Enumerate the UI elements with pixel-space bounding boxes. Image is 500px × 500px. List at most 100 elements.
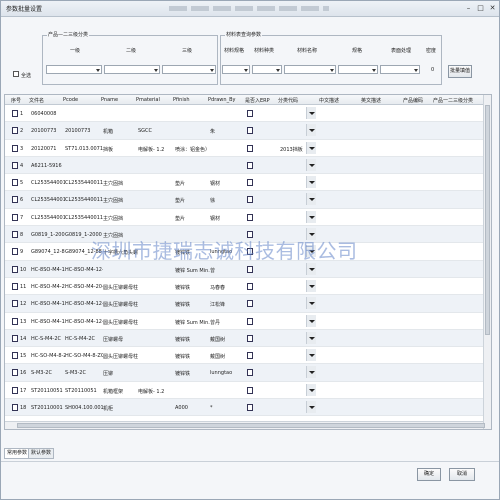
row-checkbox[interactable] <box>12 213 18 221</box>
cell-no[interactable]: 18 <box>20 405 26 411</box>
cell-no[interactable]: 15 <box>20 353 26 359</box>
cell-pdrawn[interactable]: lunngtao <box>210 370 247 376</box>
cell-pcode[interactable]: HC-SO-M4-8-ZC <box>65 353 103 359</box>
row-checkbox[interactable] <box>12 231 18 239</box>
cell-file[interactable]: HC-S-M4-2C <box>31 336 65 342</box>
category-dropdown[interactable] <box>306 210 316 223</box>
row-checkbox[interactable] <box>12 127 18 135</box>
erp-checkbox[interactable] <box>247 300 253 308</box>
cell-pname[interactable]: 十字槽六角头螺栓-垫圈 <box>103 249 138 256</box>
erp-checkbox[interactable] <box>247 334 253 342</box>
cell-no[interactable]: 8 <box>20 232 26 238</box>
material-name-select[interactable] <box>284 65 336 74</box>
cell-file[interactable]: 20100773 <box>31 128 65 134</box>
erp-checkbox[interactable] <box>247 282 253 290</box>
scroll-thumb[interactable] <box>17 423 485 428</box>
cell-pdrawn[interactable]: * <box>210 405 247 411</box>
cell-pdrawn[interactable]: 江松锋 <box>210 301 247 308</box>
cell-pcode[interactable]: HC-8SO-M4-12-ZC <box>65 319 103 325</box>
cell-no[interactable]: 11 <box>20 284 26 290</box>
cell-pcode[interactable]: HC-8SO-M4-20-ZC <box>65 284 103 290</box>
cell-file[interactable]: HC-SO-M4-8-ZC <box>31 353 65 359</box>
level1-select[interactable] <box>46 65 102 74</box>
row-checkbox[interactable] <box>12 196 18 204</box>
cell-pdrawn[interactable]: 曾 <box>210 267 247 274</box>
material-type-select[interactable] <box>252 65 282 74</box>
cell-no[interactable]: 3 <box>20 146 26 152</box>
cell-no[interactable]: 12 <box>20 301 26 307</box>
table-row[interactable]: 17 ST20110051 ST20110051 机箱框架 电解板- 1.2 <box>5 382 491 400</box>
col-header[interactable]: Pname <box>101 97 118 103</box>
erp-checkbox[interactable] <box>247 369 253 377</box>
cell-pfin[interactable]: A000 <box>175 405 210 411</box>
cell-no[interactable]: 14 <box>20 336 26 342</box>
table-row[interactable]: 8 G0819_1-2000_MOKG0819_1-2000主穴固挡 <box>5 226 491 244</box>
cell-pmat[interactable]: 电解板- 1.2 <box>138 146 175 153</box>
cell-pfin[interactable]: 镀锌铁 <box>175 336 210 343</box>
spec-select[interactable] <box>338 65 378 74</box>
vertical-scrollbar[interactable] <box>483 95 491 429</box>
cell-file[interactable]: HC-8SO-M4-20-ZC <box>31 284 65 290</box>
col-header[interactable]: 英文描述 <box>361 97 381 104</box>
table-row[interactable]: 18 ST20110001 SH004.100.0017 机柜 A000 * <box>5 399 491 417</box>
cell-no[interactable]: 17 <box>20 388 26 394</box>
cell-pcode[interactable]: G89074_12-88 <box>65 249 103 255</box>
level3-select[interactable] <box>162 65 216 74</box>
erp-checkbox[interactable] <box>247 404 253 412</box>
density-value[interactable]: 0 <box>431 67 434 73</box>
cell-pdrawn[interactable]: lunngtao <box>210 249 247 255</box>
cancel-button[interactable]: 取消 <box>449 468 475 481</box>
table-row[interactable]: 1 06040008 <box>5 105 491 123</box>
cell-pname[interactable]: 主穴固挡 <box>103 232 138 239</box>
cell-file[interactable]: S-M3-2C <box>31 370 65 376</box>
cell-pfin[interactable]: 垫片 <box>175 197 210 204</box>
cell-no[interactable]: 2 <box>20 128 26 134</box>
cell-pcode[interactable]: HC-S-M4-2C <box>65 336 103 342</box>
category-dropdown[interactable] <box>306 314 316 327</box>
table-row[interactable]: 7CL2535440011-3CL2535440011-3主穴固挡垫片钢材 <box>5 209 491 227</box>
erp-checkbox[interactable] <box>247 196 253 204</box>
cell-pname[interactable]: 主穴固挡 <box>103 180 138 187</box>
maximize-icon[interactable]: □ <box>475 4 486 13</box>
cell-file[interactable]: CL2535440011-3 <box>31 215 65 221</box>
ok-button[interactable]: 确定 <box>417 468 441 481</box>
cell-pdrawn[interactable]: 戴国树 <box>210 336 247 343</box>
cell-pdrawn[interactable]: 钢材 <box>210 180 247 187</box>
material-spec-select[interactable] <box>222 65 250 74</box>
close-icon[interactable]: ✕ <box>487 4 498 13</box>
category-dropdown[interactable] <box>306 176 316 189</box>
category-dropdown[interactable] <box>306 107 316 119</box>
cell-file[interactable]: ST20110051 <box>31 388 65 394</box>
cell-pdrawn[interactable]: 徐 <box>210 197 247 204</box>
erp-checkbox[interactable] <box>247 144 253 152</box>
cell-pname[interactable]: 机箱 <box>103 128 138 135</box>
cell-pfin[interactable]: 镀锌 Sum Min. <box>175 267 210 274</box>
cell-no[interactable]: 5 <box>20 180 26 186</box>
cell-file[interactable]: G0819_1-2000_MOK <box>31 232 65 238</box>
row-checkbox[interactable] <box>12 144 18 152</box>
table-row[interactable]: 15HC-SO-M4-8-ZCHC-SO-M4-8-ZC圆头压铆螺母柱镀锌铁戴国… <box>5 347 491 365</box>
cell-file[interactable]: 20120071 <box>31 146 65 152</box>
tab-default-params[interactable]: 默认参数 <box>28 448 55 459</box>
category-dropdown[interactable] <box>306 245 316 258</box>
erp-checkbox[interactable] <box>247 248 253 256</box>
level2-select[interactable] <box>104 65 160 74</box>
erp-checkbox[interactable] <box>247 161 253 169</box>
table-row[interactable]: 6CL2535440011-2CL2535440011-2主穴固挡垫片徐 <box>5 191 491 209</box>
cell-file[interactable]: 06040008 <box>31 111 65 117</box>
table-row[interactable]: 10 HC-8SO-M4-12-ZC-STHC-8SO-M4-12-ZC 镀锌 Su… <box>5 260 491 278</box>
select-all-checkbox[interactable] <box>13 71 19 77</box>
col-header[interactable]: Pfinish <box>173 97 190 103</box>
erp-checkbox[interactable] <box>247 231 253 239</box>
cell-no[interactable]: 10 <box>20 267 26 273</box>
cell-pmat[interactable]: 电解板- 1.2 <box>138 388 175 395</box>
cell-file[interactable]: CL2535440011-2 <box>31 197 65 203</box>
cell-file[interactable]: HC-8SO-M4-12-ZC <box>31 301 65 307</box>
category-dropdown[interactable] <box>306 349 316 362</box>
table-row[interactable]: 3 20120071ST71.013.0071挡板电解板- 1.2喷涂：铝金色）双… <box>5 140 491 157</box>
cell-pname[interactable]: 圆头压铆螺母柱 <box>103 319 138 326</box>
category-dropdown[interactable] <box>306 158 316 171</box>
cell-pcode[interactable]: CL2535440011-2 <box>65 197 103 203</box>
cell-pfin[interactable]: 镀锌铁 <box>175 249 210 256</box>
cell-pfin[interactable]: 镀锌铁 <box>175 284 210 291</box>
